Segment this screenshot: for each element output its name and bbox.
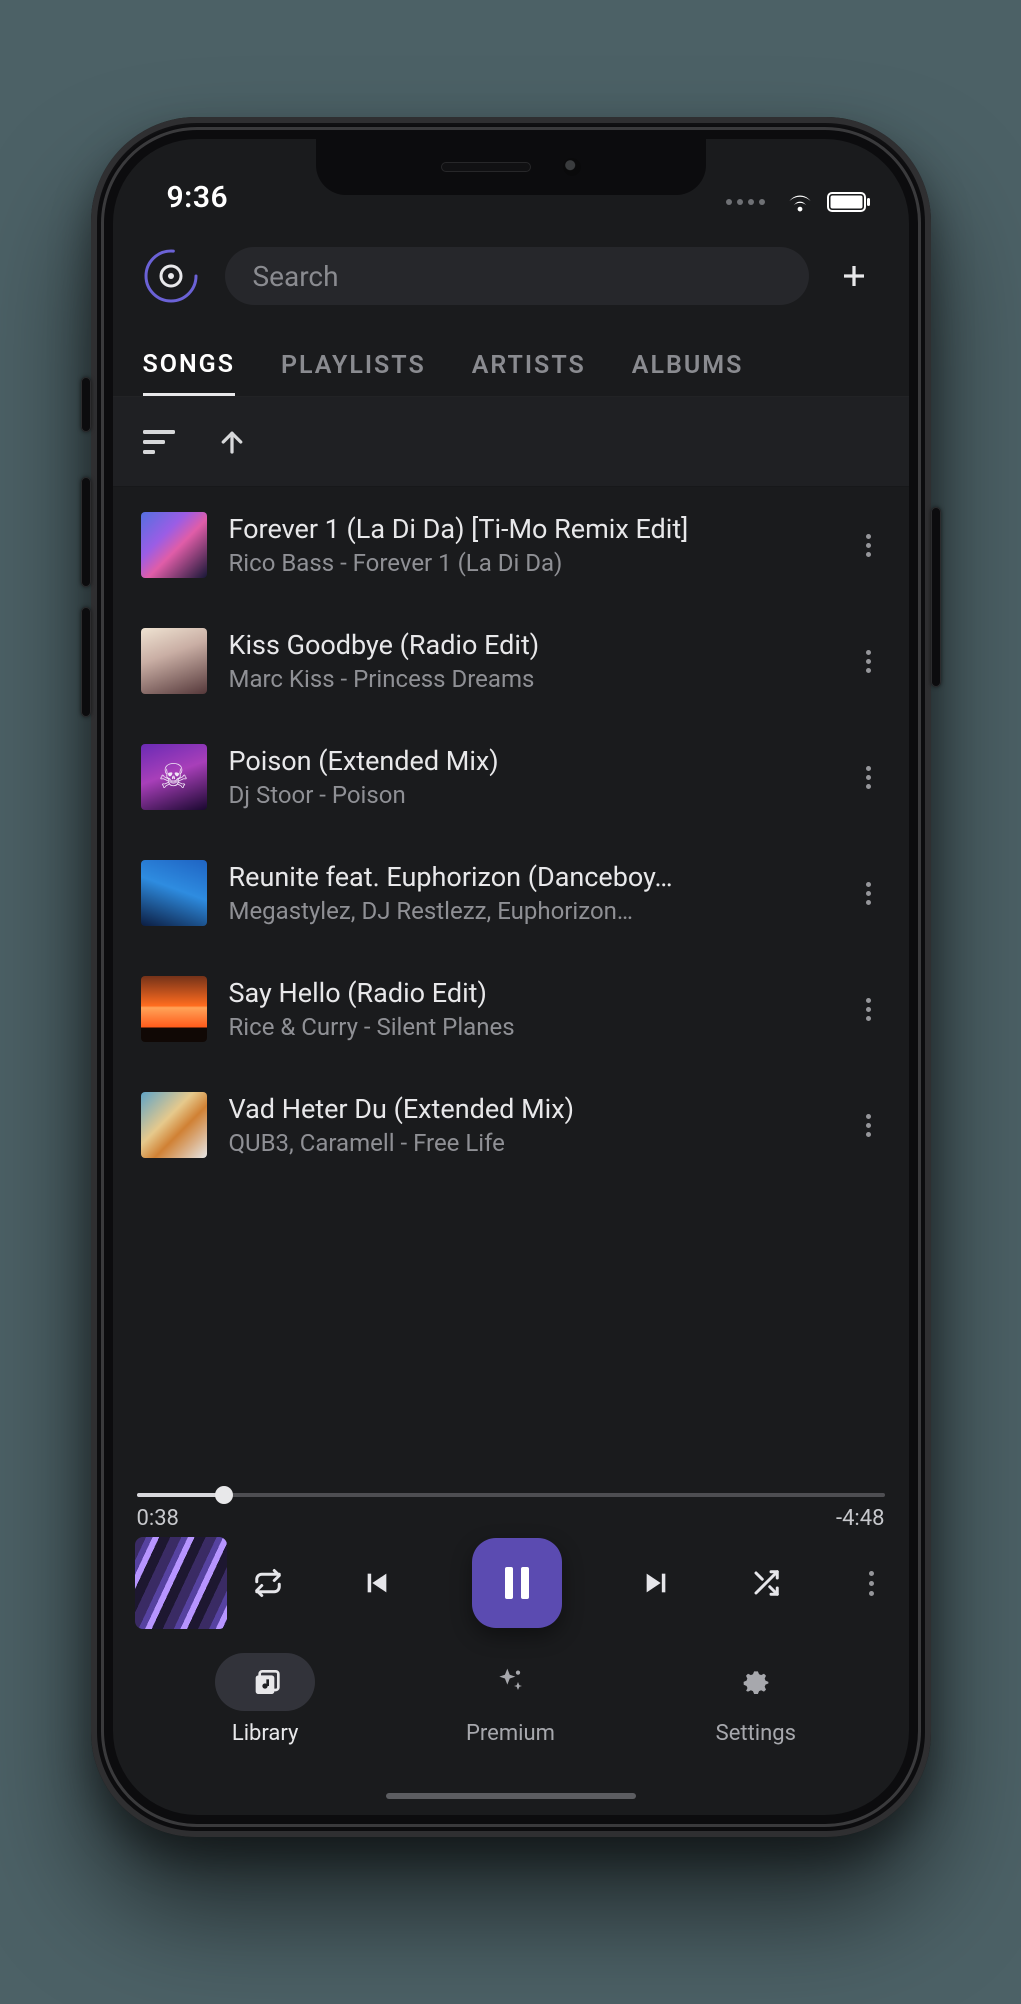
notch (316, 139, 706, 195)
nav-label: Premium (466, 1721, 555, 1746)
tab-songs[interactable]: SONGS (143, 336, 235, 396)
app-header: Search (113, 239, 909, 313)
song-more-button[interactable] (858, 874, 879, 913)
volume-up-button (81, 477, 91, 587)
now-playing-art[interactable] (135, 1537, 227, 1629)
skip-previous-icon (363, 1569, 391, 1597)
shuffle-icon (751, 1568, 781, 1598)
mini-player: 0:38 -4:48 (113, 1488, 909, 1639)
speaker-grille (441, 162, 531, 172)
song-subtitle: Rice & Curry - Silent Planes (229, 1013, 836, 1041)
front-camera (563, 158, 581, 176)
nav-label: Library (232, 1721, 299, 1746)
song-row[interactable]: Reunite feat. Euphorizon (Danceboy… Mega… (113, 835, 909, 951)
nav-settings[interactable]: Settings (706, 1653, 806, 1815)
library-tabs: SONGS PLAYLISTS ARTISTS ALBUMS (113, 335, 909, 397)
progress-thumb[interactable] (215, 1486, 233, 1504)
song-title: Kiss Goodbye (Radio Edit) (229, 629, 836, 661)
album-art (141, 512, 207, 578)
sort-direction-button[interactable] (217, 427, 247, 457)
player-controls (253, 1538, 887, 1628)
song-subtitle: Marc Kiss - Princess Dreams (229, 665, 836, 693)
album-art (141, 628, 207, 694)
clock: 9:36 (167, 180, 229, 215)
song-subtitle: Megastylez, DJ Restlezz, Euphorizon… (229, 897, 836, 925)
shuffle-button[interactable] (751, 1568, 781, 1598)
song-meta: Forever 1 (La Di Da) [Ti-Mo Remix Edit] … (229, 513, 836, 577)
sparkle-icon (494, 1666, 526, 1698)
progress-fill (137, 1493, 225, 1497)
song-row[interactable]: Vad Heter Du (Extended Mix) QUB3, Carame… (113, 1067, 909, 1183)
play-pause-button[interactable] (472, 1538, 562, 1628)
song-more-button[interactable] (858, 642, 879, 681)
song-more-button[interactable] (858, 990, 879, 1029)
tab-albums[interactable]: ALBUMS (632, 337, 744, 394)
pause-icon (500, 1563, 534, 1603)
player-more-button[interactable] (861, 1563, 882, 1604)
library-icon (249, 1666, 281, 1698)
tab-artists[interactable]: ARTISTS (472, 337, 586, 394)
remaining-time: -4:48 (836, 1506, 885, 1531)
song-subtitle: QUB3, Caramell - Free Life (229, 1129, 836, 1157)
power-button (931, 507, 941, 687)
sort-icon (143, 428, 179, 456)
repeat-button[interactable] (253, 1568, 283, 1598)
song-title: Say Hello (Radio Edit) (229, 977, 836, 1009)
song-title: Forever 1 (La Di Da) [Ti-Mo Remix Edit] (229, 513, 836, 545)
status-indicators (726, 191, 871, 215)
repeat-icon (253, 1568, 283, 1598)
page-dots-indicator (726, 199, 773, 205)
song-row[interactable]: Forever 1 (La Di Da) [Ti-Mo Remix Edit] … (113, 487, 909, 603)
song-list[interactable]: Forever 1 (La Di Da) [Ti-Mo Remix Edit] … (113, 487, 909, 1183)
phone-frame: 9:36 (91, 117, 931, 1837)
song-more-button[interactable] (858, 758, 879, 797)
nav-library[interactable]: Library (215, 1653, 315, 1815)
sort-button[interactable] (143, 428, 179, 456)
song-more-button[interactable] (858, 1106, 879, 1145)
skip-next-icon (642, 1569, 670, 1597)
progress-track (137, 1493, 885, 1497)
tab-playlists[interactable]: PLAYLISTS (281, 337, 426, 394)
elapsed-time: 0:38 (137, 1506, 179, 1531)
next-button[interactable] (642, 1569, 670, 1597)
song-title: Poison (Extended Mix) (229, 745, 836, 777)
nav-label: Settings (716, 1721, 796, 1746)
previous-button[interactable] (363, 1569, 391, 1597)
volume-down-button (81, 607, 91, 717)
add-button[interactable] (833, 255, 875, 297)
bottom-nav: Library Premium (113, 1639, 909, 1815)
home-indicator[interactable] (386, 1793, 636, 1799)
arrow-up-icon (217, 427, 247, 457)
song-meta: Reunite feat. Euphorizon (Danceboy… Mega… (229, 861, 836, 925)
screen: 9:36 (113, 139, 909, 1815)
song-subtitle: Rico Bass - Forever 1 (La Di Da) (229, 549, 836, 577)
nav-premium[interactable]: Premium (460, 1653, 560, 1815)
gear-icon (740, 1666, 772, 1698)
song-meta: Poison (Extended Mix) Dj Stoor - Poison (229, 745, 836, 809)
progress-slider[interactable] (137, 1488, 885, 1502)
silence-switch (81, 377, 91, 432)
sort-bar (113, 397, 909, 487)
plus-icon (839, 261, 869, 291)
song-title: Reunite feat. Euphorizon (Danceboy… (229, 861, 836, 893)
song-title: Vad Heter Du (Extended Mix) (229, 1093, 836, 1125)
song-meta: Say Hello (Radio Edit) Rice & Curry - Si… (229, 977, 836, 1041)
search-input[interactable]: Search (225, 247, 809, 305)
music-library-app: Search SONGS PLAYLISTS ARTISTS ALBUMS (113, 139, 909, 1815)
search-placeholder: Search (253, 260, 339, 293)
battery-icon (827, 192, 871, 212)
song-row[interactable]: Say Hello (Radio Edit) Rice & Curry - Si… (113, 951, 909, 1067)
album-art (141, 976, 207, 1042)
album-art (141, 1092, 207, 1158)
album-art (141, 860, 207, 926)
song-row[interactable]: Poison (Extended Mix) Dj Stoor - Poison (113, 719, 909, 835)
song-meta: Vad Heter Du (Extended Mix) QUB3, Carame… (229, 1093, 836, 1157)
song-meta: Kiss Goodbye (Radio Edit) Marc Kiss - Pr… (229, 629, 836, 693)
app-logo-icon[interactable] (141, 246, 201, 306)
song-more-button[interactable] (858, 526, 879, 565)
album-art (141, 744, 207, 810)
wifi-icon (785, 191, 815, 213)
song-row[interactable]: Kiss Goodbye (Radio Edit) Marc Kiss - Pr… (113, 603, 909, 719)
song-subtitle: Dj Stoor - Poison (229, 781, 836, 809)
